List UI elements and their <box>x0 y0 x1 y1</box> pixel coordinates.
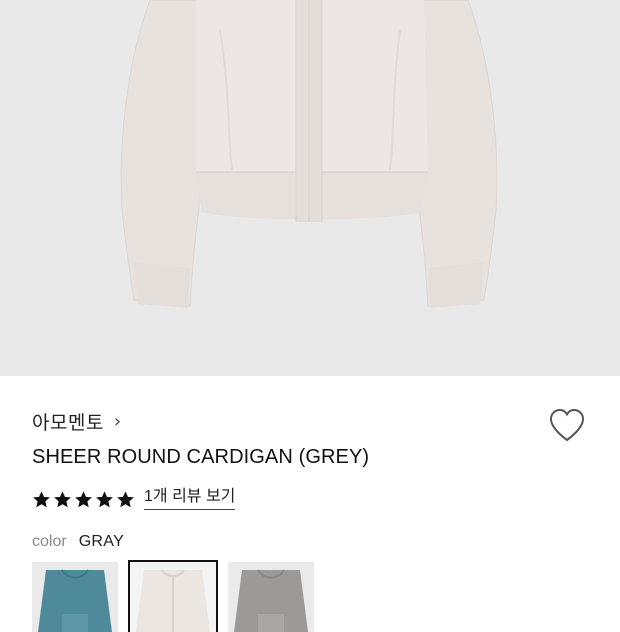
selected-color-value: GRAY <box>78 533 125 550</box>
star-filled-icon <box>75 490 92 507</box>
product-image[interactable] <box>0 0 620 376</box>
color-row: color GRAY <box>32 530 124 554</box>
star-filled-icon <box>54 490 71 507</box>
star-filled-icon <box>96 490 113 507</box>
wishlist-heart-icon[interactable] <box>547 406 587 444</box>
color-swatch-gray[interactable] <box>128 560 218 632</box>
star-rating <box>32 490 135 509</box>
view-reviews-link[interactable]: 1개 리뷰 보기 <box>144 488 236 510</box>
color-swatch-teal[interactable] <box>32 562 118 632</box>
brand-link[interactable]: 아모멘토 › <box>32 407 121 435</box>
star-filled-icon <box>33 490 50 507</box>
color-label: color <box>32 533 67 550</box>
brand-name: 아모멘토 <box>32 412 104 434</box>
star-filled-icon <box>117 490 134 507</box>
color-swatch-dark-gray[interactable] <box>228 562 314 632</box>
color-swatches <box>32 560 314 632</box>
chevron-right-icon: › <box>113 410 122 432</box>
product-title: SHEER ROUND CARDIGAN (GREY) <box>32 446 370 468</box>
cardigan-illustration <box>120 0 498 308</box>
rating-row: 1개 리뷰 보기 <box>32 485 236 513</box>
